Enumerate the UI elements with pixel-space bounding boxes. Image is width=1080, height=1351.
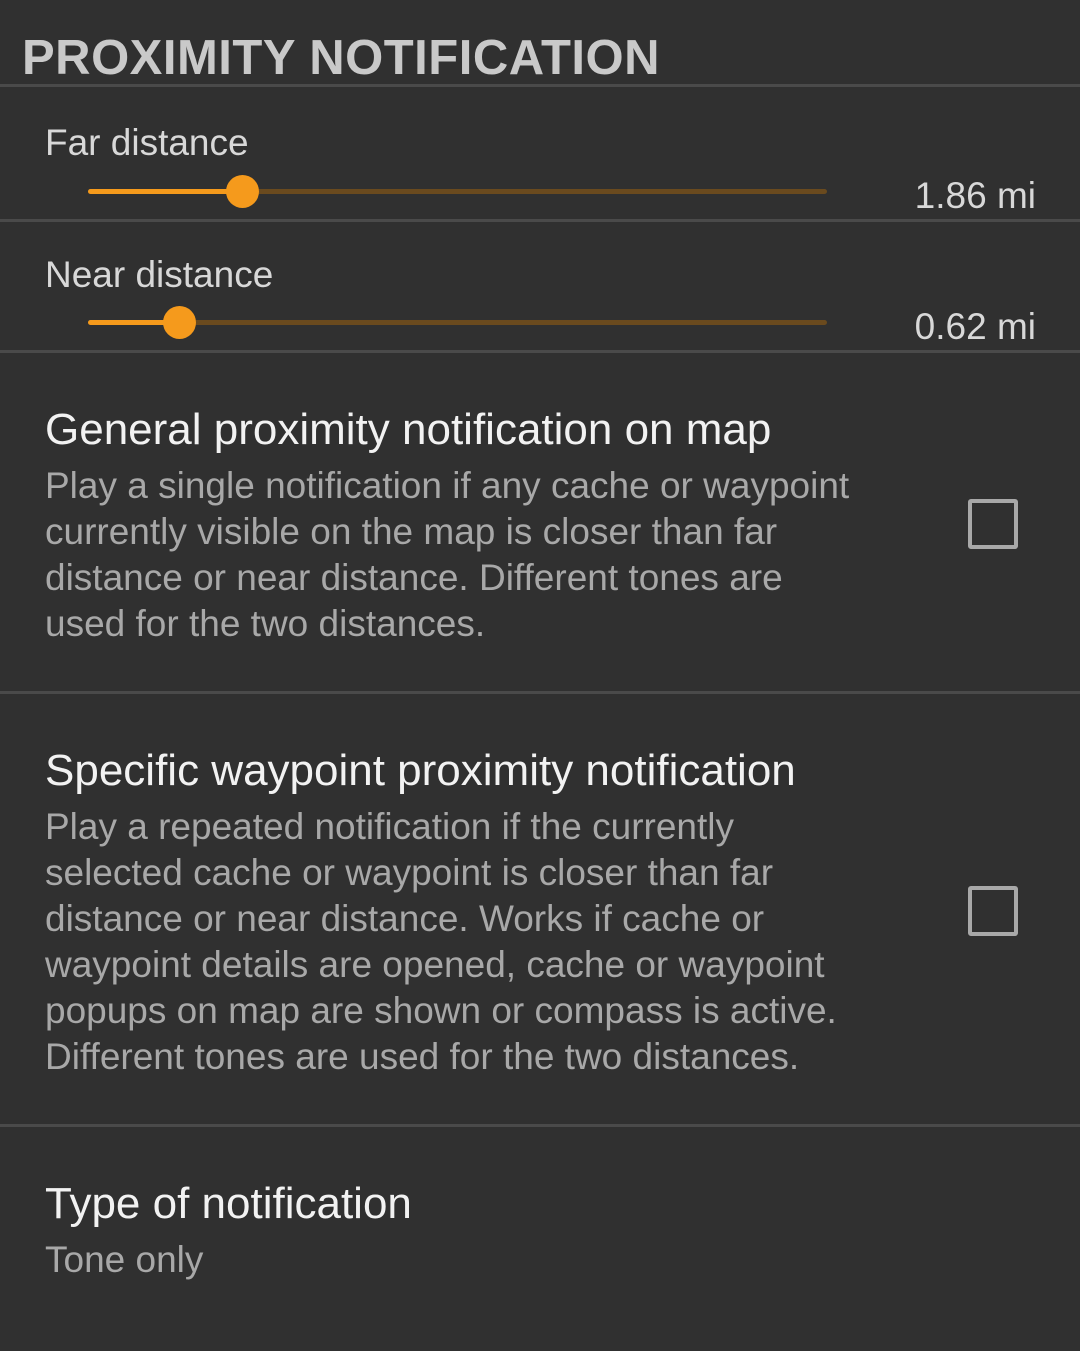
near-distance-preference: Near distance 0.62 mi bbox=[0, 222, 1080, 352]
specific-waypoint-proximity-notification-checkbox[interactable] bbox=[968, 886, 1018, 936]
section-header: PROXIMITY NOTIFICATION bbox=[0, 0, 1080, 86]
specific-waypoint-proximity-notification-preference[interactable]: Specific waypoint proximity notification… bbox=[0, 694, 1080, 1124]
summary-line: distance or near distance. Works if cach… bbox=[45, 898, 765, 939]
far-distance-title: Far distance bbox=[45, 122, 249, 163]
general-proximity-notification-checkbox[interactable] bbox=[968, 499, 1018, 549]
near-distance-slider[interactable] bbox=[88, 306, 827, 339]
far-distance-slider[interactable] bbox=[88, 175, 827, 208]
specific-waypoint-proximity-notification-title: Specific waypoint proximity notification bbox=[45, 746, 796, 795]
summary-line: selected cache or waypoint is closer tha… bbox=[45, 852, 774, 893]
summary-line: distance or near distance. Different ton… bbox=[45, 557, 783, 598]
notification-type-title: Type of notification bbox=[45, 1179, 412, 1228]
specific-waypoint-proximity-notification-summary: Play a repeated notification if the curr… bbox=[45, 804, 915, 1080]
summary-line: Play a single notification if any cache … bbox=[45, 465, 850, 506]
general-proximity-notification-preference[interactable]: General proximity notification on map Pl… bbox=[0, 353, 1080, 691]
general-proximity-notification-summary: Play a single notification if any cache … bbox=[45, 463, 915, 647]
far-distance-value: 1.86 mi bbox=[914, 175, 1036, 216]
far-distance-slider-thumb[interactable] bbox=[225, 175, 259, 208]
summary-line: currently visible on the map is closer t… bbox=[45, 511, 778, 552]
summary-line: Different tones are used for the two dis… bbox=[45, 1036, 800, 1077]
summary-line: used for the two distances. bbox=[45, 603, 486, 644]
summary-line: Play a repeated notification if the curr… bbox=[45, 806, 734, 847]
near-distance-slider-thumb[interactable] bbox=[162, 306, 196, 339]
near-distance-value: 0.62 mi bbox=[914, 306, 1036, 347]
section-title: PROXIMITY NOTIFICATION bbox=[22, 31, 661, 85]
notification-type-preference[interactable]: Type of notification Tone only bbox=[0, 1127, 1080, 1351]
summary-line: popups on map are shown or compass is ac… bbox=[45, 990, 837, 1031]
near-distance-title: Near distance bbox=[45, 254, 274, 295]
notification-type-value: Tone only bbox=[45, 1239, 204, 1280]
general-proximity-notification-title: General proximity notification on map bbox=[45, 405, 772, 454]
far-distance-slider-fill bbox=[88, 189, 242, 194]
summary-line: waypoint details are opened, cache or wa… bbox=[45, 944, 825, 985]
far-distance-preference: Far distance 1.86 mi bbox=[0, 87, 1080, 220]
